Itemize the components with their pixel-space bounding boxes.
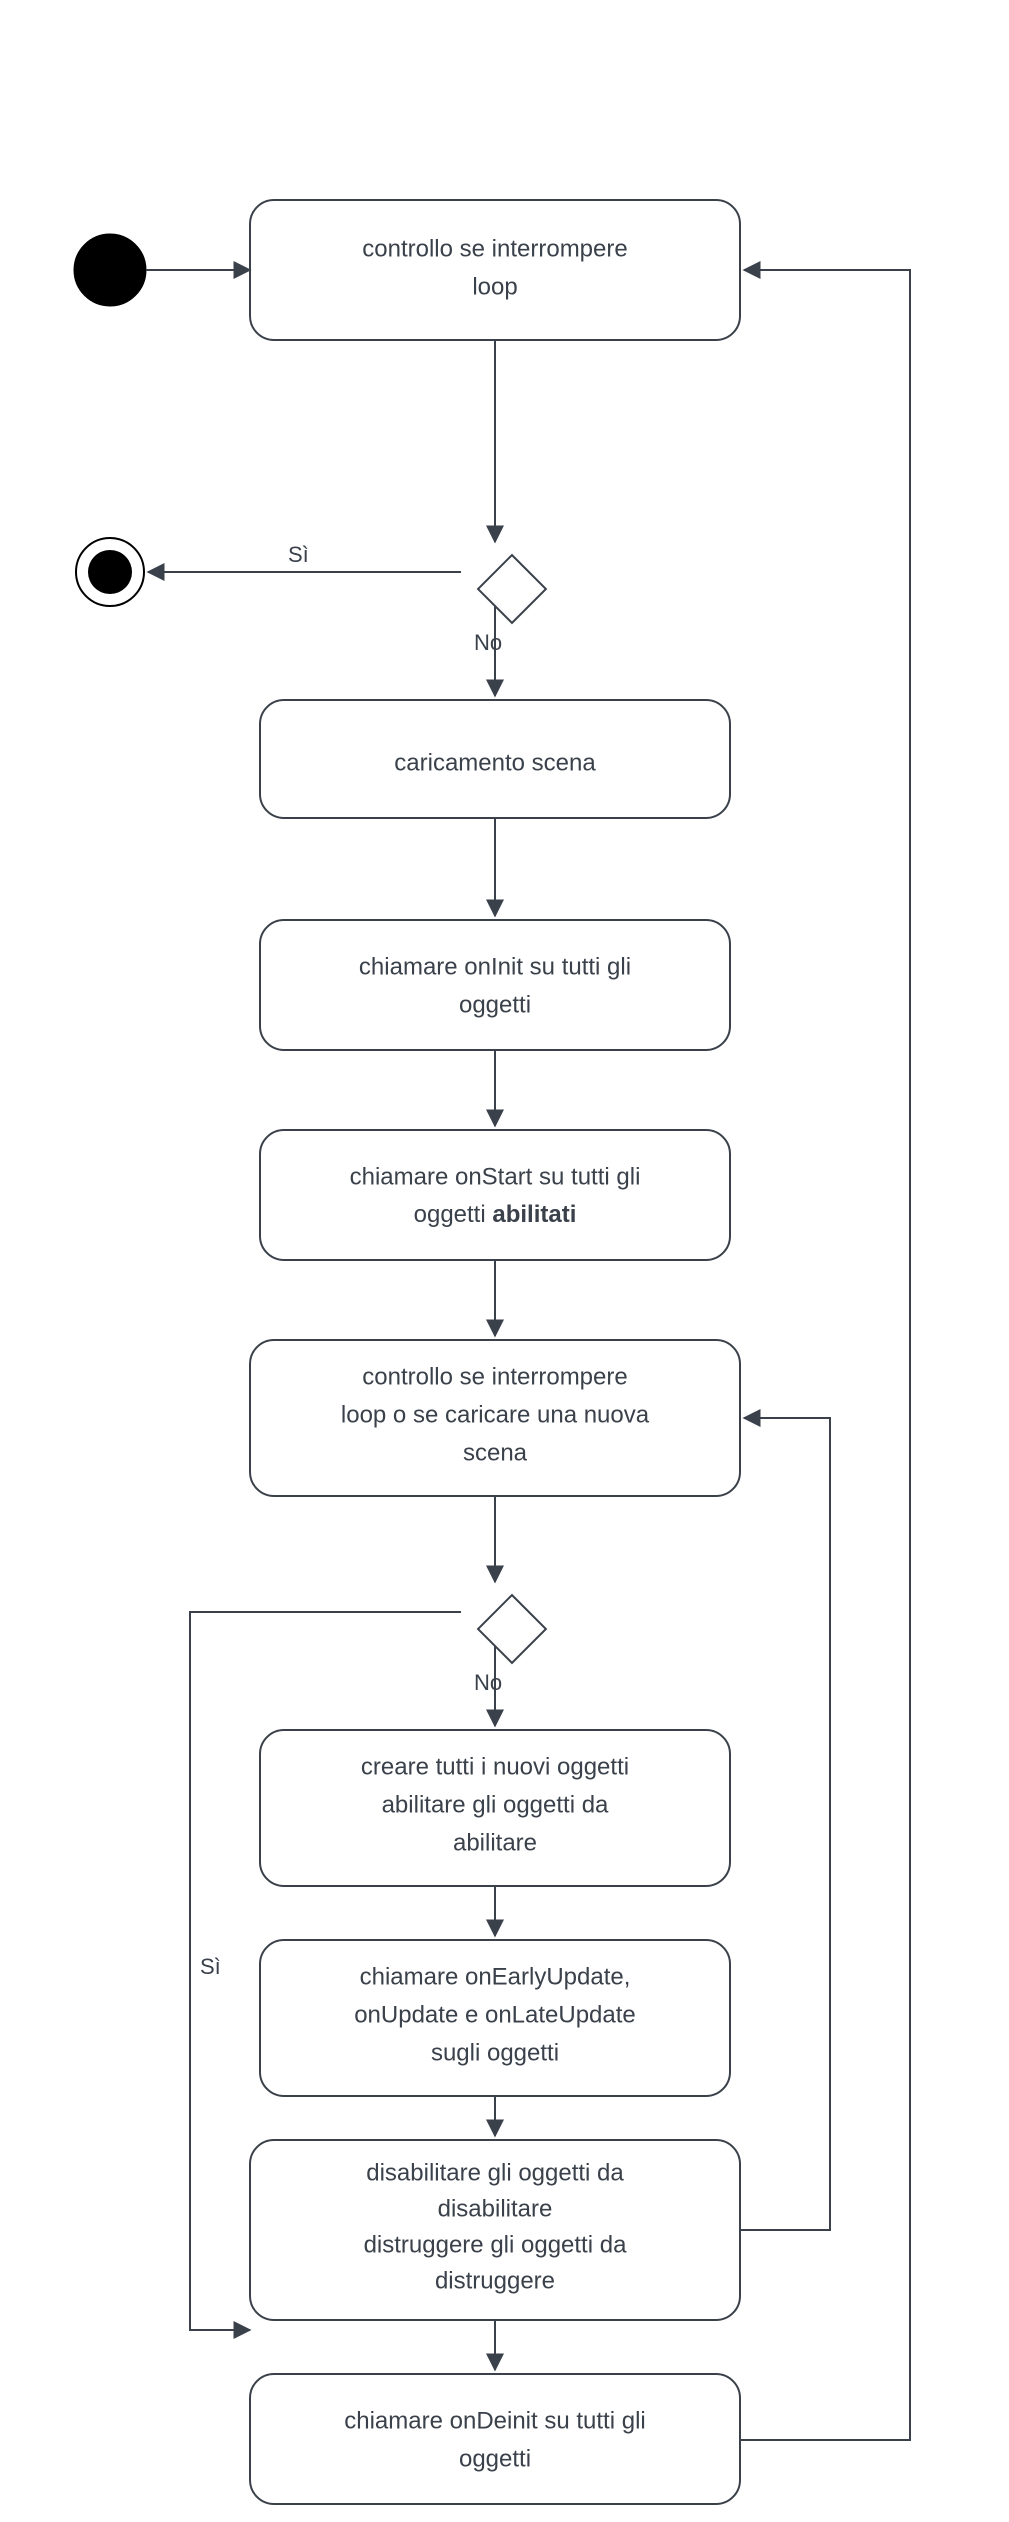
d1-yes-label: Sì bbox=[288, 542, 309, 567]
n7-line2: onUpdate e onLateUpdate bbox=[354, 2001, 636, 2028]
n5-line1: controllo se interrompere bbox=[362, 1363, 627, 1390]
edge-n8-to-n5-loop bbox=[740, 1418, 830, 2230]
activity-check-interrupt-or-newscene: controllo se interrompere loop o se cari… bbox=[250, 1340, 740, 1496]
activity-call-ondeinit: chiamare onDeinit su tutti gli oggetti bbox=[250, 2374, 740, 2504]
decision-2 bbox=[478, 1595, 546, 1663]
activity-create-enable-objects: creare tutti i nuovi oggetti abilitare g… bbox=[260, 1730, 730, 1886]
n7-line3: sugli oggetti bbox=[431, 2039, 559, 2066]
activity-disable-destroy-objects: disabilitare gli oggetti da disabilitare… bbox=[250, 2140, 740, 2320]
n4-line2-bold: abilitati bbox=[492, 1201, 576, 1228]
d1-no-label: No bbox=[474, 630, 502, 655]
n5-line3: scena bbox=[463, 1439, 528, 1466]
n8-line3: distruggere gli oggetti da bbox=[364, 2231, 627, 2258]
decision-1 bbox=[478, 555, 546, 623]
n3-line2: oggetti bbox=[459, 991, 531, 1018]
n3-line1: chiamare onInit su tutti gli bbox=[359, 953, 631, 980]
svg-text:oggetti abilitati: oggetti abilitati bbox=[414, 1201, 577, 1228]
initial-node bbox=[74, 234, 146, 306]
n9-line2: oggetti bbox=[459, 2445, 531, 2472]
d2-yes-label: Sì bbox=[200, 1954, 221, 1979]
d2-no-label: No bbox=[474, 1670, 502, 1695]
n8-line2: disabilitare bbox=[438, 2195, 553, 2222]
n9-line1: chiamare onDeinit su tutti gli bbox=[344, 2407, 645, 2434]
n4-line2-prefix: oggetti bbox=[414, 1201, 493, 1228]
activity-call-onstart: chiamare onStart su tutti gli oggetti ab… bbox=[260, 1130, 730, 1260]
activity-call-updates: chiamare onEarlyUpdate, onUpdate e onLat… bbox=[260, 1940, 730, 2096]
n5-line2: loop o se caricare una nuova bbox=[341, 1401, 650, 1428]
activity-check-interrupt-loop: controllo se interrompere loop bbox=[250, 200, 740, 340]
activity-diagram: controllo se interrompere loop Sì No car… bbox=[0, 0, 1009, 2522]
n6-line3: abilitare bbox=[453, 1829, 537, 1856]
edge-n9-to-n1-loop bbox=[740, 270, 910, 2440]
n7-line1: chiamare onEarlyUpdate, bbox=[360, 1963, 631, 1990]
activity-load-scene: caricamento scena bbox=[260, 700, 730, 818]
n1-line2: loop bbox=[472, 273, 517, 300]
n2-text: caricamento scena bbox=[394, 749, 596, 776]
final-node bbox=[76, 538, 144, 606]
n4-line1: chiamare onStart su tutti gli bbox=[350, 1163, 641, 1190]
n8-line4: distruggere bbox=[435, 2267, 555, 2294]
n6-line1: creare tutti i nuovi oggetti bbox=[361, 1753, 629, 1780]
n1-line1: controllo se interrompere bbox=[362, 235, 627, 262]
activity-call-oninit: chiamare onInit su tutti gli oggetti bbox=[260, 920, 730, 1050]
n8-line1: disabilitare gli oggetti da bbox=[366, 2159, 624, 2186]
n6-line2: abilitare gli oggetti da bbox=[382, 1791, 609, 1818]
